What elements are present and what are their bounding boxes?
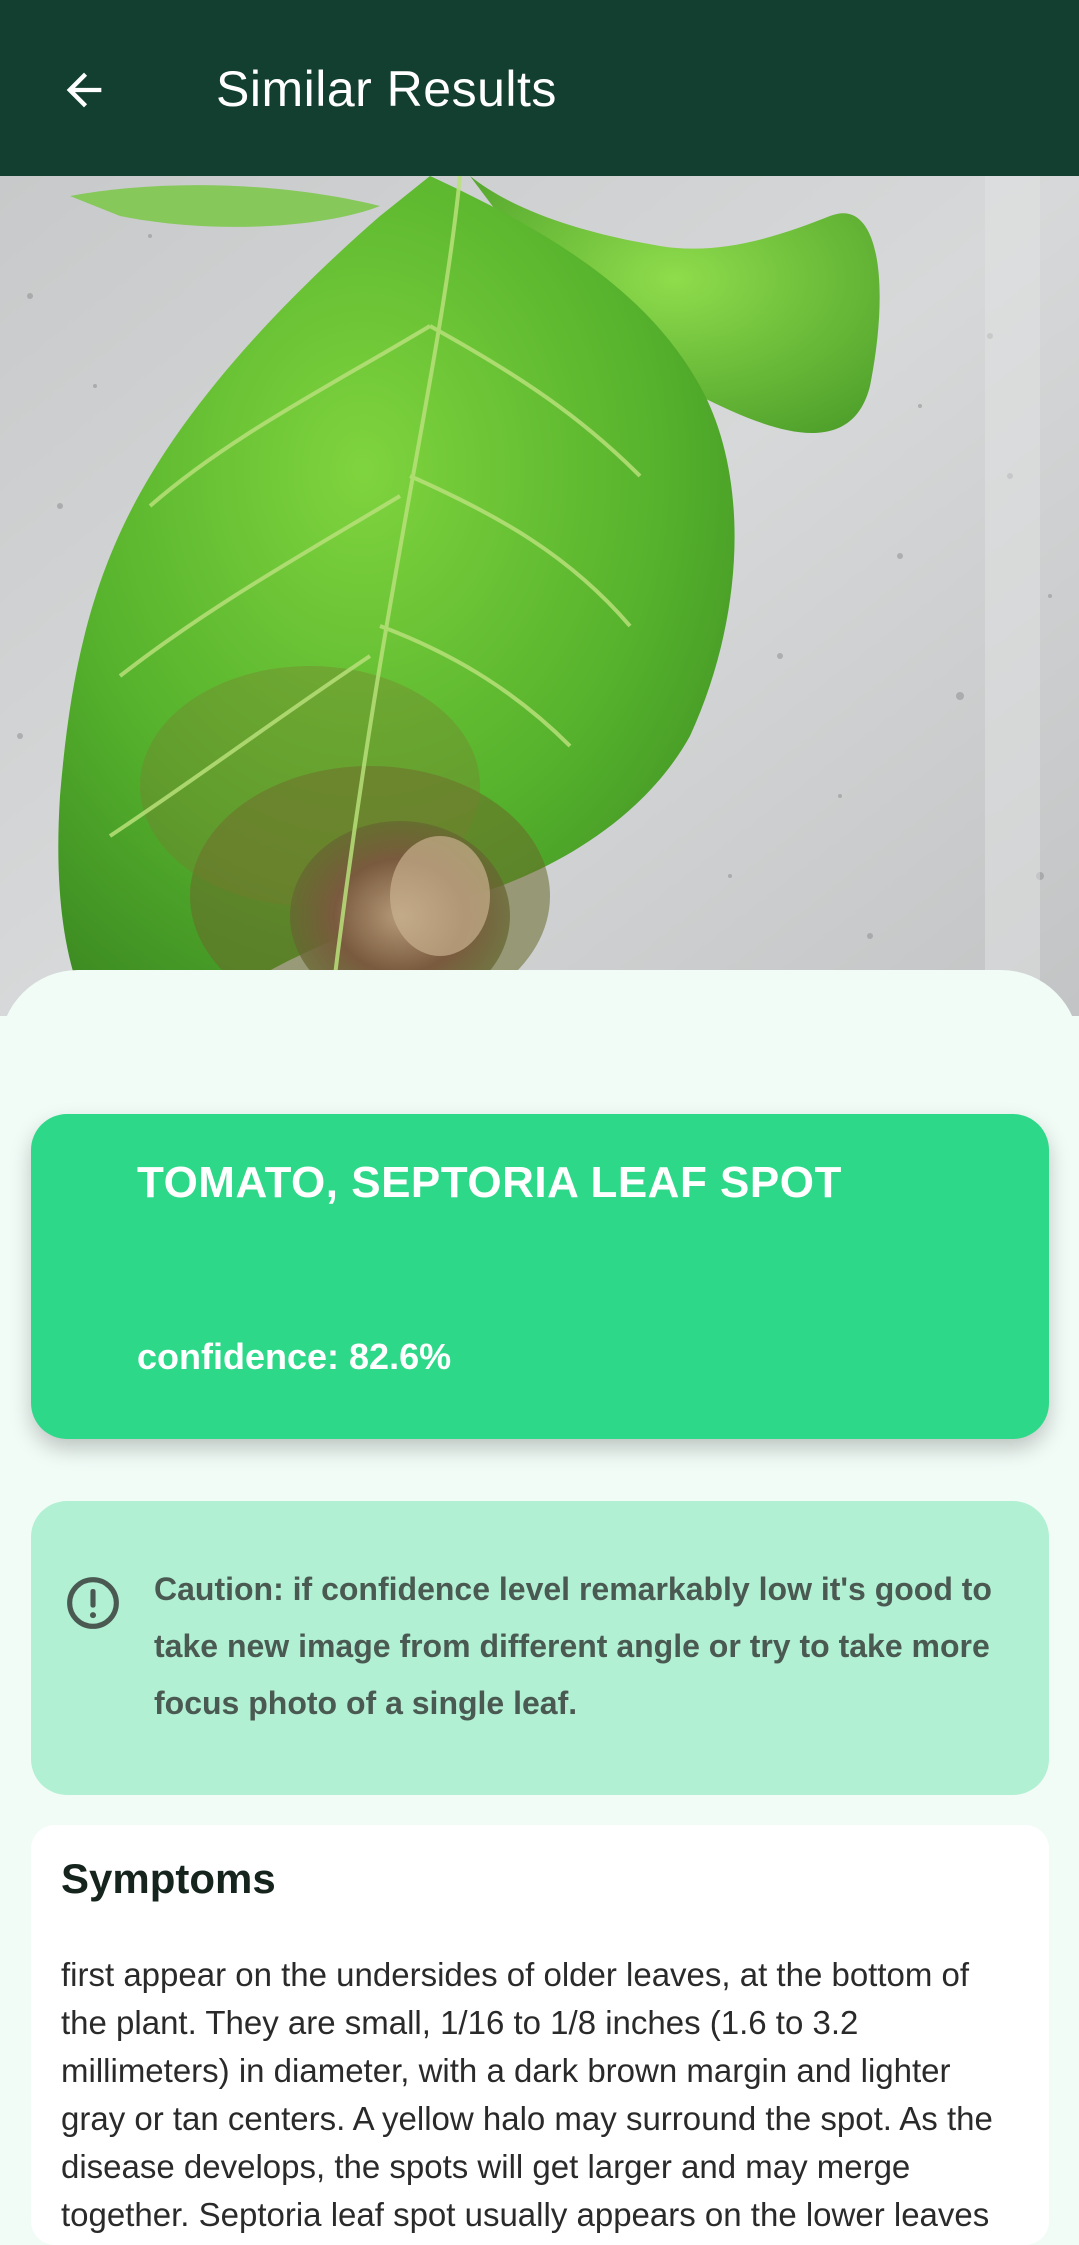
arrow-left-icon xyxy=(66,72,102,108)
symptoms-card: Symptoms first appear on the undersides … xyxy=(31,1825,1049,2245)
page-title: Similar Results xyxy=(216,61,557,117)
leaf-photo xyxy=(0,176,1079,1016)
confidence-label: confidence: 82.6% xyxy=(137,1336,452,1377)
symptoms-text: first appear on the undersides of older … xyxy=(61,1956,993,2233)
result-card: TOMATO, SEPTORIA LEAF SPOT confidence: 8… xyxy=(31,1114,1049,1439)
symptoms-heading: Symptoms xyxy=(61,1855,276,1902)
back-button[interactable] xyxy=(48,54,120,126)
exclamation-circle-icon xyxy=(67,1577,119,1629)
disease-name: TOMATO, SEPTORIA LEAF SPOT xyxy=(137,1158,842,1207)
caution-text: Caution: if confidence level remarkably … xyxy=(154,1571,992,1721)
app-bar: Similar Results xyxy=(0,0,1079,176)
caution-card: Caution: if confidence level remarkably … xyxy=(31,1501,1049,1795)
